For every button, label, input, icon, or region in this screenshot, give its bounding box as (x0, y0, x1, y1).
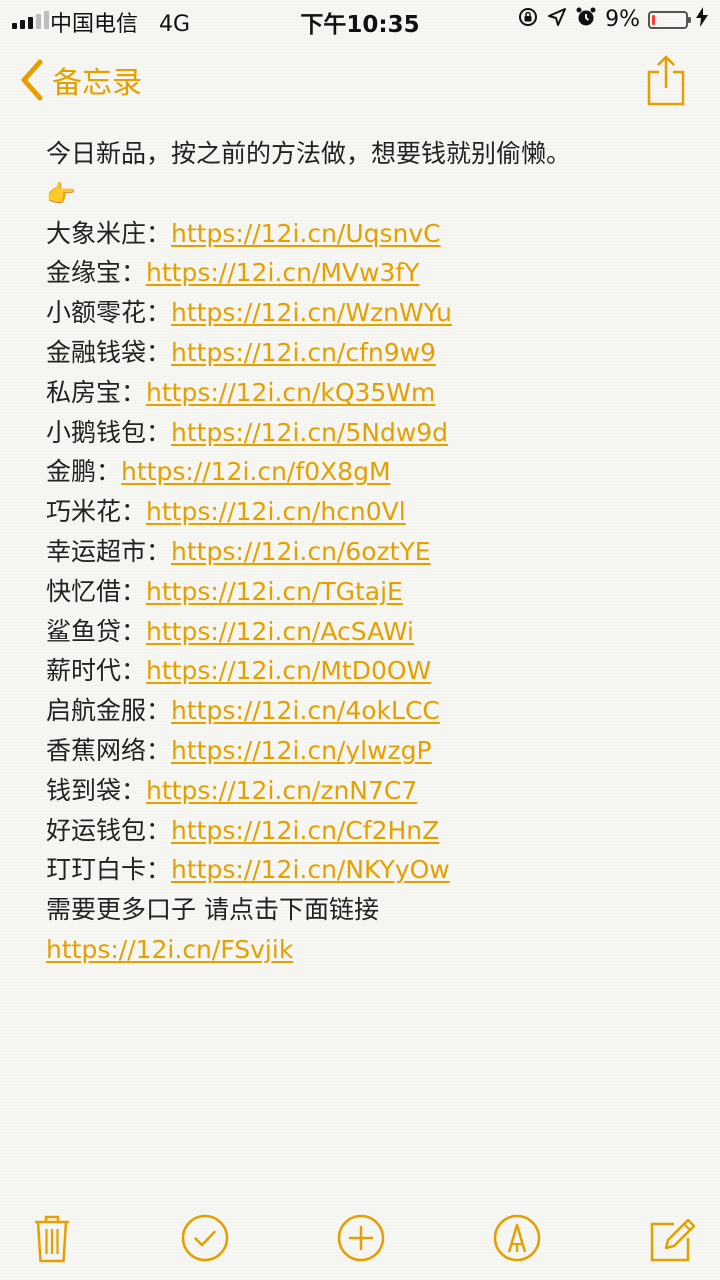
plus-circle-icon (337, 1212, 385, 1264)
link-label: 钱到袋： (46, 775, 147, 805)
compose-button[interactable] (648, 1212, 696, 1264)
more-link[interactable]: https://12i.cn/FSvjik (46, 935, 293, 964)
share-button[interactable] (646, 54, 686, 106)
notes-screen: 中国电信 4G 下午10:35 9% 备忘录 今日新品，按之前的方法做，想要钱就… (0, 0, 720, 1280)
short-link[interactable]: https://12i.cn/UqsnvC (171, 219, 441, 248)
note-link-line: 巧米花：https://12i.cn/hcn0Vl (46, 492, 686, 532)
note-link-line: 幸运超市：https://12i.cn/6oztYE (46, 532, 686, 572)
battery-percent: 9% (605, 7, 640, 32)
note-link-line: 小额零花：https://12i.cn/WznWYu (46, 293, 686, 333)
link-label: 鲨鱼贷： (46, 616, 147, 646)
short-link[interactable]: https://12i.cn/znN7C7 (146, 776, 417, 805)
checkmark-circle-icon (181, 1212, 229, 1264)
short-link[interactable]: https://12i.cn/NKYyOw (171, 855, 450, 884)
compose-icon (648, 1212, 696, 1264)
location-arrow-icon (547, 7, 567, 32)
short-link[interactable]: https://12i.cn/MVw3fY (146, 258, 419, 287)
charging-bolt-icon (696, 7, 708, 32)
note-link-line: 大象米庄：https://12i.cn/UqsnvC (46, 214, 686, 254)
link-label: 快忆借： (46, 576, 147, 606)
note-intro: 今日新品，按之前的方法做，想要钱就别偷懒。 (46, 139, 572, 168)
link-label: 香蕉网络： (46, 735, 172, 765)
battery-level (652, 14, 655, 25)
pointing-hand-icon: 👉 (46, 179, 76, 208)
status-right: 9% (517, 6, 708, 33)
link-label: 幸运超市： (46, 536, 172, 566)
checklist-button[interactable] (181, 1212, 229, 1264)
note-link-line: 金缘宝：https://12i.cn/MVw3fY (46, 253, 686, 293)
note-link-line: 钱到袋：https://12i.cn/znN7C7 (46, 771, 686, 811)
short-link[interactable]: https://12i.cn/f0X8gM (121, 457, 391, 486)
note-link-line: 玎玎白卡：https://12i.cn/NKYyOw (46, 850, 686, 890)
bottom-toolbar (0, 1200, 720, 1280)
note-more-line: https://12i.cn/FSvjik (46, 930, 686, 970)
link-label: 金缘宝： (46, 258, 147, 288)
short-link[interactable]: https://12i.cn/WznWYu (171, 298, 452, 327)
link-label: 金融钱袋： (46, 337, 172, 367)
short-link[interactable]: https://12i.cn/TGtajE (146, 577, 403, 606)
short-link[interactable]: https://12i.cn/Cf2HnZ (171, 816, 439, 845)
note-more-text: 需要更多口子 请点击下面链接 (46, 895, 379, 925)
back-button-label: 备忘录 (52, 66, 142, 101)
link-label: 薪时代： (46, 656, 147, 686)
link-label: 小鹅钱包： (46, 417, 172, 447)
short-link[interactable]: https://12i.cn/6oztYE (171, 537, 431, 566)
short-link[interactable]: https://12i.cn/AcSAWi (146, 617, 414, 646)
note-body[interactable]: 今日新品，按之前的方法做，想要钱就别偷懒。 👉 大象米庄：https://12i… (46, 134, 686, 970)
pointing-hand-emoji-line: 👉 (46, 174, 686, 214)
note-link-line: 金融钱袋：https://12i.cn/cfn9w9 (46, 333, 686, 373)
note-link-line: 香蕉网络：https://12i.cn/ylwzgP (46, 731, 686, 771)
note-link-line: 私房宝：https://12i.cn/kQ35Wm (46, 373, 686, 413)
link-label: 私房宝： (46, 377, 147, 407)
short-link[interactable]: https://12i.cn/hcn0Vl (146, 497, 406, 526)
note-link-line: 金鹏：https://12i.cn/f0X8gM (46, 452, 686, 492)
link-label: 金鹏： (46, 457, 122, 487)
note-link-line: 启航金服：https://12i.cn/4okLCC (46, 691, 686, 731)
link-label: 好运钱包： (46, 815, 172, 845)
link-label: 大象米庄： (46, 218, 172, 248)
orientation-lock-icon (517, 6, 539, 33)
link-label: 巧米花： (46, 497, 147, 527)
link-label: 小额零花： (46, 298, 172, 328)
short-link[interactable]: https://12i.cn/MtD0OW (146, 656, 431, 685)
short-link[interactable]: https://12i.cn/cfn9w9 (171, 338, 436, 367)
status-bar: 中国电信 4G 下午10:35 9% (0, 0, 720, 40)
navigation-bar: 备忘录 (0, 40, 720, 120)
short-link[interactable]: https://12i.cn/4okLCC (171, 696, 440, 725)
short-link[interactable]: https://12i.cn/kQ35Wm (146, 378, 435, 407)
note-link-line: 薪时代：https://12i.cn/MtD0OW (46, 651, 686, 691)
sketch-button[interactable] (493, 1212, 541, 1264)
note-link-line: 好运钱包：https://12i.cn/Cf2HnZ (46, 811, 686, 851)
link-label: 启航金服： (46, 696, 172, 726)
pen-tip-circle-icon (493, 1212, 541, 1264)
back-button[interactable]: 备忘录 (20, 58, 142, 102)
link-label: 玎玎白卡： (46, 855, 172, 885)
share-icon (646, 55, 686, 110)
note-link-line: 鲨鱼贷：https://12i.cn/AcSAWi (46, 612, 686, 652)
trash-icon (28, 1212, 76, 1264)
add-attachment-button[interactable] (337, 1212, 385, 1264)
note-link-line: 小鹅钱包：https://12i.cn/5Ndw9d (46, 413, 686, 453)
delete-button[interactable] (28, 1212, 76, 1264)
battery-icon (648, 10, 691, 29)
chevron-left-icon (20, 59, 44, 101)
alarm-clock-icon (575, 6, 597, 33)
note-link-line: 快忆借：https://12i.cn/TGtajE (46, 572, 686, 612)
note-link-list: 大象米庄：https://12i.cn/UqsnvC 金缘宝：https://12… (46, 214, 686, 891)
short-link[interactable]: https://12i.cn/5Ndw9d (171, 418, 448, 447)
short-link[interactable]: https://12i.cn/ylwzgP (171, 736, 432, 765)
